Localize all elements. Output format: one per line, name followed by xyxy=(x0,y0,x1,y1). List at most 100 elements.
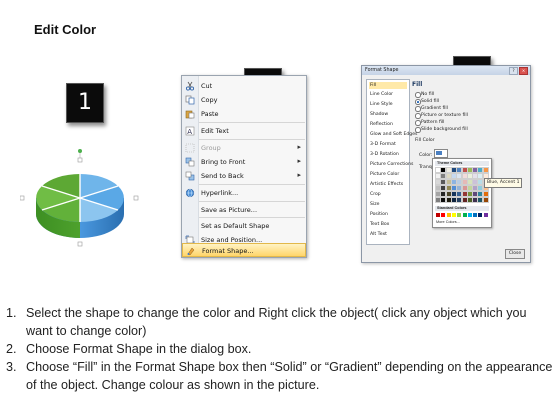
standard-color-swatch[interactable] xyxy=(446,213,451,217)
theme-color-swatch[interactable] xyxy=(466,173,473,179)
category-line-color[interactable]: Line Color xyxy=(369,91,407,98)
theme-color-swatch[interactable] xyxy=(456,185,463,191)
standard-color-swatch[interactable] xyxy=(436,213,440,217)
theme-color-swatch[interactable] xyxy=(461,173,468,179)
category-alt-text[interactable]: Alt Text xyxy=(369,231,407,238)
standard-color-swatch[interactable] xyxy=(462,213,467,217)
standard-color-swatch[interactable] xyxy=(478,213,483,217)
theme-color-swatch[interactable] xyxy=(472,167,479,173)
theme-color-swatch[interactable] xyxy=(456,191,463,197)
menu-item-bring-to-front[interactable]: Bring to Front ▸ xyxy=(182,155,306,169)
fill-color-picker-button[interactable] xyxy=(434,149,448,158)
theme-color-swatch[interactable] xyxy=(466,167,473,173)
theme-color-swatch[interactable] xyxy=(440,197,447,203)
theme-color-swatch[interactable] xyxy=(482,191,489,197)
menu-item-save-as-picture[interactable]: Save as Picture... xyxy=(182,203,306,217)
theme-color-swatch[interactable] xyxy=(472,179,479,185)
theme-color-swatch[interactable] xyxy=(440,185,447,191)
standard-color-swatch[interactable] xyxy=(451,213,456,217)
theme-color-swatch[interactable] xyxy=(450,191,457,197)
theme-color-swatch[interactable] xyxy=(445,191,452,197)
menu-item-copy[interactable]: Copy xyxy=(182,93,306,107)
theme-color-swatch[interactable] xyxy=(440,179,447,185)
category-size[interactable]: Size xyxy=(369,201,407,208)
category-picture-corrections[interactable]: Picture Corrections xyxy=(369,161,413,168)
theme-color-swatch[interactable] xyxy=(456,173,463,179)
category-line-style[interactable]: Line Style xyxy=(369,101,407,108)
standard-color-swatch[interactable] xyxy=(441,213,446,217)
theme-color-swatch[interactable] xyxy=(440,167,447,173)
theme-color-swatch[interactable] xyxy=(461,197,468,203)
theme-color-swatch[interactable] xyxy=(461,191,468,197)
category-shadow[interactable]: Shadow xyxy=(369,111,407,118)
category-crop[interactable]: Crop xyxy=(369,191,407,198)
theme-color-swatch[interactable] xyxy=(435,173,441,179)
resize-handle-bottom[interactable] xyxy=(77,241,83,247)
theme-color-swatch[interactable] xyxy=(472,191,479,197)
theme-color-swatch[interactable] xyxy=(461,179,468,185)
theme-color-swatch[interactable] xyxy=(477,173,484,179)
standard-color-swatch[interactable] xyxy=(467,213,472,217)
theme-color-swatch[interactable] xyxy=(435,197,441,203)
category-fill[interactable]: Fill xyxy=(369,82,407,89)
theme-color-swatch[interactable] xyxy=(445,197,452,203)
theme-color-swatch[interactable] xyxy=(456,197,463,203)
standard-color-swatch[interactable] xyxy=(483,213,488,217)
theme-color-swatch[interactable] xyxy=(435,167,441,173)
more-colors-link[interactable]: More Colors... xyxy=(436,220,460,224)
theme-color-swatch[interactable] xyxy=(435,185,441,191)
menu-item-set-default-shape[interactable]: Set as Default Shape xyxy=(182,219,306,233)
category-3d-rotation[interactable]: 3-D Rotation xyxy=(369,151,407,158)
theme-color-swatch[interactable] xyxy=(456,179,463,185)
category-reflection[interactable]: Reflection xyxy=(369,121,407,128)
theme-color-swatch[interactable] xyxy=(472,173,479,179)
help-icon[interactable]: ? xyxy=(509,67,518,75)
theme-color-swatch[interactable] xyxy=(445,185,452,191)
standard-color-swatch[interactable] xyxy=(473,213,478,217)
theme-color-swatch[interactable] xyxy=(461,185,468,191)
theme-color-swatch[interactable] xyxy=(440,191,447,197)
resize-handle-top[interactable] xyxy=(77,157,83,163)
theme-color-swatch[interactable] xyxy=(461,167,468,173)
theme-color-swatch[interactable] xyxy=(456,167,463,173)
close-icon[interactable]: × xyxy=(519,67,528,75)
theme-color-swatch[interactable] xyxy=(466,191,473,197)
theme-color-swatch[interactable] xyxy=(482,167,489,173)
theme-color-swatch[interactable] xyxy=(466,179,473,185)
resize-handle-right[interactable] xyxy=(133,195,139,201)
category-3d-format[interactable]: 3-D Format xyxy=(369,141,407,148)
category-position[interactable]: Position xyxy=(369,211,407,218)
menu-item-cut[interactable]: Cut xyxy=(182,79,306,93)
theme-color-swatch[interactable] xyxy=(466,185,473,191)
theme-color-swatch[interactable] xyxy=(477,191,484,197)
theme-color-swatch[interactable] xyxy=(435,191,441,197)
menu-item-group[interactable]: Group ▸ xyxy=(182,141,306,155)
pie-shape[interactable] xyxy=(19,148,140,258)
rotate-handle[interactable] xyxy=(78,149,82,153)
theme-color-swatch[interactable] xyxy=(477,197,484,203)
theme-color-swatch[interactable] xyxy=(477,185,484,191)
category-picture-color[interactable]: Picture Color xyxy=(369,171,407,178)
theme-color-swatch[interactable] xyxy=(445,173,452,179)
theme-color-swatch[interactable] xyxy=(435,179,441,185)
menu-item-paste[interactable]: Paste xyxy=(182,107,306,121)
theme-color-swatch[interactable] xyxy=(450,167,457,173)
theme-color-swatch[interactable] xyxy=(466,197,473,203)
theme-color-swatch[interactable] xyxy=(472,197,479,203)
menu-item-send-to-back[interactable]: Send to Back ▸ xyxy=(182,169,306,183)
menu-item-edit-text[interactable]: A Edit Text xyxy=(182,124,306,138)
theme-color-swatch[interactable] xyxy=(477,167,484,173)
menu-item-hyperlink[interactable]: Hyperlink... xyxy=(182,186,306,200)
menu-item-format-shape[interactable]: Format Shape... xyxy=(182,243,306,257)
theme-color-swatch[interactable] xyxy=(450,179,457,185)
close-button[interactable]: Close xyxy=(505,249,525,259)
theme-color-swatch[interactable] xyxy=(472,185,479,191)
theme-color-swatch[interactable] xyxy=(445,179,452,185)
category-glow[interactable]: Glow and Soft Edges xyxy=(369,131,417,138)
theme-color-swatch[interactable] xyxy=(445,167,452,173)
theme-color-swatch[interactable] xyxy=(450,173,457,179)
theme-color-swatch[interactable] xyxy=(482,197,489,203)
theme-color-swatch[interactable] xyxy=(440,173,447,179)
category-text-box[interactable]: Text Box xyxy=(369,221,407,228)
standard-color-swatch[interactable] xyxy=(457,213,462,217)
